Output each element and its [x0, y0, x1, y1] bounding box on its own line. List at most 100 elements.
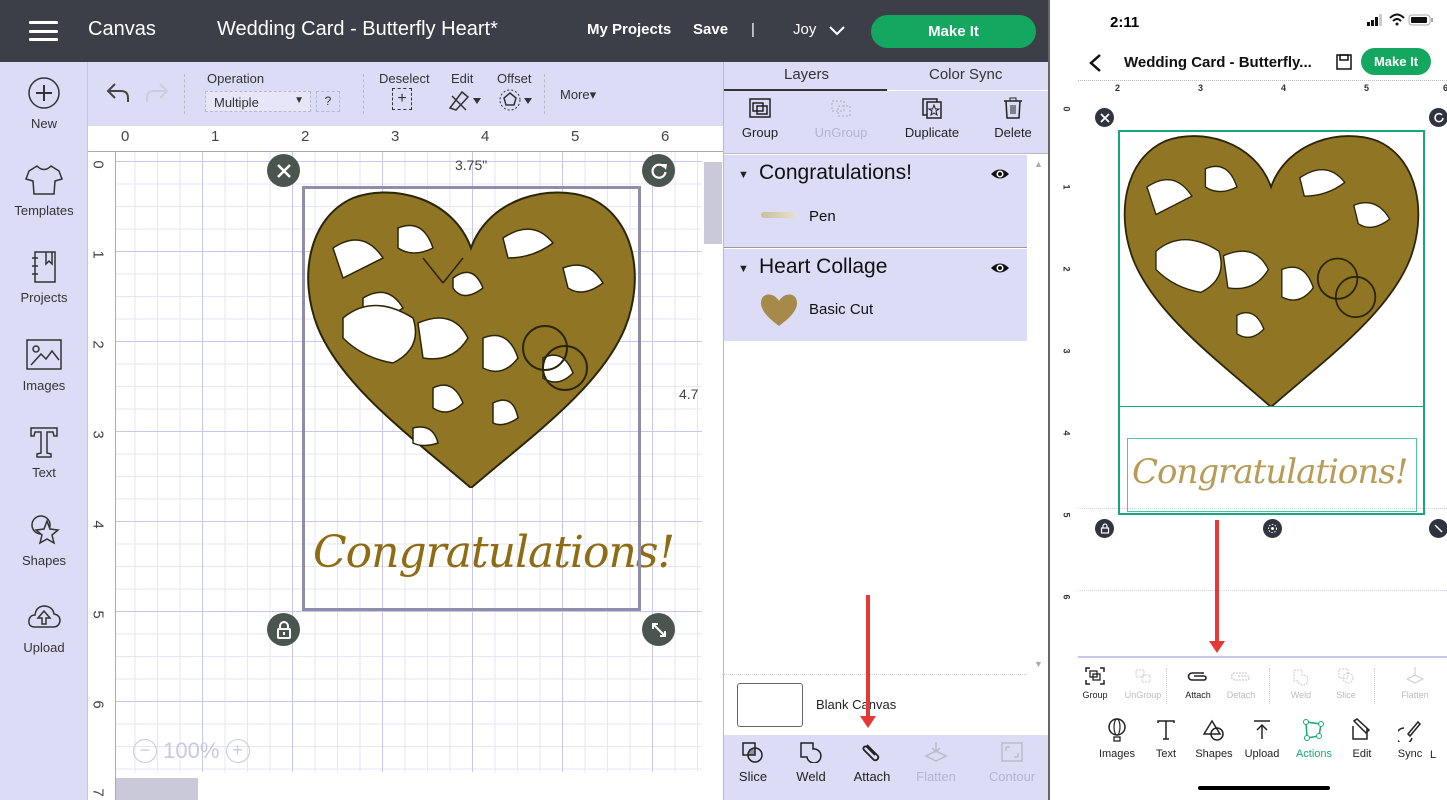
tab-layers[interactable]: Layers	[784, 66, 829, 83]
mobile-tab-edit[interactable]: Edit	[1335, 718, 1389, 760]
zoom-out-button[interactable]: −	[133, 739, 157, 764]
ruler-tick-label: 2	[1115, 83, 1121, 93]
delete-button[interactable]: Delete	[992, 97, 1034, 140]
text-t-icon	[1157, 720, 1175, 740]
mobile-lock-handle[interactable]	[1095, 519, 1114, 538]
slice-button[interactable]: Slice	[736, 741, 770, 784]
attach-button[interactable]: Attach	[850, 741, 894, 784]
sidebar-item-new[interactable]: New	[0, 76, 88, 131]
panel-scroll-down-icon[interactable]: ▼	[1034, 659, 1043, 669]
group-button[interactable]: Group	[740, 97, 780, 140]
blank-canvas-swatch[interactable]	[737, 683, 803, 727]
sidebar-item-templates[interactable]: Templates	[0, 163, 88, 218]
mobile-tab-more[interactable]: L	[1423, 749, 1443, 761]
close-icon	[276, 163, 291, 178]
scrollbar-thumb[interactable]	[704, 162, 722, 244]
sidebar-item-images[interactable]: Images	[0, 338, 88, 393]
eye-icon[interactable]	[990, 167, 1010, 181]
mobile-weld-button[interactable]: Weld	[1276, 666, 1326, 700]
eye-icon[interactable]	[990, 261, 1010, 275]
mobile-tab-text[interactable]: Text	[1139, 718, 1193, 760]
vertical-ruler: 0 1 2 3 4 5 6 7	[88, 152, 116, 800]
wifi-icon	[1389, 13, 1405, 26]
weld-button[interactable]: Weld	[794, 741, 828, 784]
move-icon	[1268, 524, 1277, 533]
more-label: More	[560, 87, 590, 102]
mobile-group-button[interactable]: Group	[1070, 666, 1120, 700]
lock-handle[interactable]	[267, 613, 300, 646]
make-it-button[interactable]: Make It	[871, 15, 1036, 48]
user-menu[interactable]: Joy	[793, 21, 816, 38]
mobile-detach-button[interactable]: Detach	[1216, 666, 1266, 700]
mobile-tab-upload[interactable]: Upload	[1235, 718, 1289, 760]
collapse-caret-icon[interactable]: ▼	[738, 169, 749, 181]
mobile-flatten-button[interactable]: Flatten	[1390, 666, 1440, 700]
horizontal-ruler: 0 1 2 3 4 5 6	[88, 126, 723, 152]
resize-arrows-icon	[651, 622, 666, 637]
layers-panel: Layers Color Sync Group UnGroup Duplicat…	[723, 62, 1049, 800]
sidebar-item-label: Projects	[20, 290, 68, 305]
mobile-resize-handle[interactable]	[1429, 519, 1447, 538]
vertical-scrollbar[interactable]	[702, 152, 723, 800]
duplicate-button[interactable]: Duplicate	[900, 97, 964, 140]
sidebar-item-shapes[interactable]: Shapes	[0, 513, 88, 568]
edit-pencil-ruler-icon[interactable]	[446, 88, 482, 112]
mobile-delete-handle[interactable]	[1095, 108, 1114, 127]
tab-label: Edit	[1352, 748, 1372, 760]
mobile-congratulations-text[interactable]: Congratulations!	[1132, 452, 1408, 492]
flatten-button[interactable]: Flatten	[914, 741, 958, 784]
rotate-icon	[651, 163, 667, 179]
deselect-button[interactable]: +	[392, 88, 412, 110]
panel-divider	[724, 674, 1027, 675]
ungroup-button[interactable]: UnGroup	[812, 97, 870, 140]
mobile-tab-actions[interactable]: Actions	[1287, 718, 1341, 760]
tab-color-sync[interactable]: Color Sync	[929, 66, 1002, 83]
resize-arrows-icon	[1434, 524, 1443, 533]
sidebar-item-text[interactable]: Text	[0, 425, 88, 480]
undo-icon[interactable]	[105, 81, 131, 103]
red-annotation-arrow	[860, 595, 876, 728]
mobile-rotate-handle[interactable]	[1429, 108, 1447, 127]
mobile-slice-button[interactable]: Slice	[1321, 666, 1371, 700]
redo-icon[interactable]	[144, 81, 170, 103]
mobile-make-it-button[interactable]: Make It	[1361, 48, 1431, 75]
tab-label: Upload	[1244, 748, 1280, 760]
offset-icon[interactable]	[498, 88, 534, 112]
help-button[interactable]: ?	[316, 91, 340, 112]
mobile-move-handle[interactable]	[1263, 519, 1282, 538]
ruler-tick-label: 5	[89, 610, 107, 619]
chevron-down-icon[interactable]	[829, 26, 845, 36]
back-chevron-icon[interactable]	[1088, 53, 1102, 73]
sidebar-item-projects[interactable]: Projects	[0, 250, 88, 305]
my-projects-link[interactable]: My Projects	[587, 21, 671, 38]
rotate-handle[interactable]	[642, 154, 675, 187]
hamburger-menu-icon[interactable]	[29, 21, 58, 41]
plus-circle-icon	[28, 77, 60, 109]
layer-group-congratulations[interactable]: ▼ Congratulations! Pen	[724, 155, 1027, 248]
ungroup-icon	[831, 100, 851, 117]
mobile-tab-shapes[interactable]: Shapes	[1187, 718, 1241, 760]
sync-dropper-icon	[1398, 720, 1422, 742]
selection-bounding-box[interactable]	[302, 186, 641, 611]
operation-select[interactable]: Multiple ▼	[205, 91, 311, 112]
horizontal-scrollbar[interactable]	[116, 778, 198, 800]
panel-scroll-up-icon[interactable]: ▲	[1034, 159, 1043, 169]
save-icon[interactable]	[1336, 54, 1352, 70]
ruler-tick-label: 1	[89, 250, 107, 259]
slice-icon	[742, 742, 763, 763]
sidebar-item-upload[interactable]: Upload	[0, 600, 88, 655]
deselect-label: Deselect	[379, 71, 430, 86]
zoom-in-button[interactable]: +	[225, 739, 250, 764]
contour-button[interactable]: Contour	[987, 741, 1037, 784]
layer-actions: Group UnGroup Duplicate Delete	[724, 91, 1049, 154]
mobile-tab-images[interactable]: Images	[1090, 718, 1144, 760]
delete-handle[interactable]	[267, 154, 300, 187]
more-menu[interactable]: More▾	[560, 87, 596, 103]
layer-group-heart-collage[interactable]: ▼ Heart Collage Basic Cut	[724, 249, 1027, 341]
mobile-ungroup-button[interactable]: UnGroup	[1118, 666, 1168, 700]
resize-handle[interactable]	[642, 613, 675, 646]
collapse-caret-icon[interactable]: ▼	[738, 263, 749, 275]
save-button[interactable]: Save	[693, 21, 728, 38]
balloon-icon	[1108, 718, 1126, 742]
flatten-label: Flatten	[916, 769, 956, 784]
